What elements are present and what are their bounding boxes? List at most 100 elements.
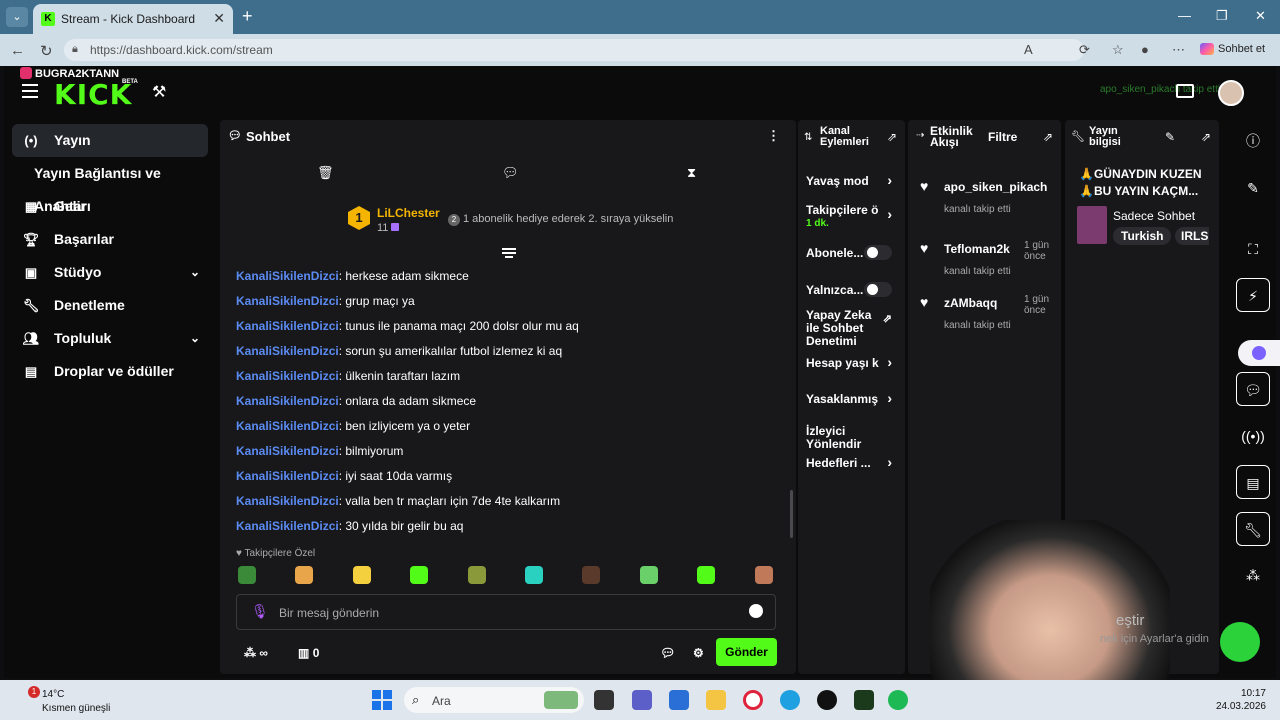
opera-icon[interactable] [743,690,763,710]
file-explorer-icon[interactable] [706,690,726,710]
microphone-icon[interactable]: 🎙︎ [251,603,269,620]
gear-icon[interactable]: ⚙ [693,646,704,660]
chat-options-icon[interactable]: ⋮ [767,128,780,144]
popout-icon[interactable]: ⇗ [1043,130,1053,144]
chat-username[interactable]: KanaliSikilenDizci [236,344,339,358]
channel-points[interactable]: ⁂ ∞ [244,646,268,660]
ai-moderation-action[interactable]: Yapay Zeka ile Sohbet Denetimi ⇗ [806,309,898,348]
subscribers-only-toggle[interactable] [864,245,892,260]
chat-username[interactable]: KanaliSikilenDizci [236,394,339,408]
chat-input[interactable]: 🎙︎ Bir mesaj gönderin [236,594,776,630]
obs-icon[interactable] [817,690,837,710]
pinned-username[interactable]: LiLChester [377,206,440,220]
layout-icon[interactable]: ▤ [1236,465,1270,499]
emote-icon[interactable] [352,566,371,584]
sidebar-item-topluluk[interactable]: 👥︎ Topluluk ⌄ [12,322,208,355]
read-aloud-icon[interactable]: A [1024,42,1033,57]
info-icon[interactable]: ⓘ [1236,124,1270,158]
hammer-icon[interactable]: ⚒ [152,82,166,102]
pencil-icon[interactable]: ✎ [1236,171,1270,205]
chat-username[interactable]: KanaliSikilenDizci [236,369,339,383]
emote-icon[interactable] [582,566,601,584]
assistant-fab[interactable] [1238,340,1280,366]
emote-icon[interactable] [467,566,486,584]
sidebar-item-stream-key[interactable]: Yayın Bağlantısı ve Anahtarı [12,157,208,214]
chat-icon[interactable]: 💬︎ [1236,372,1270,406]
popout-icon[interactable]: ⇗ [1201,130,1211,144]
clock[interactable]: 10:17 24.03.2026 [1214,687,1266,713]
menu-icon[interactable] [22,84,38,102]
emote-icon[interactable] [697,566,716,584]
account-age-action[interactable]: Hesap yaşı k › [806,355,898,370]
slow-mode-action[interactable]: Yavaş mod › [806,173,898,188]
chat-username[interactable]: KanaliSikilenDizci [236,494,339,508]
pencil-icon[interactable]: ✎ [1165,130,1175,144]
broadcast-icon[interactable]: ((•)) [1236,419,1270,453]
goals-action[interactable]: Hedefleri ... › [806,455,898,470]
tag-turkish[interactable]: Turkish [1113,227,1172,245]
emote-icon[interactable] [525,566,543,584]
hourglass-icon[interactable]: ⧗ [687,165,696,181]
chat-username[interactable]: KanaliSikilenDizci [236,319,339,333]
sidebar-item-basarilar[interactable]: 🏆︎ Başarılar [12,223,208,256]
teams-icon[interactable] [632,690,652,710]
sidebar-item-droplar[interactable]: ▤ Droplar ve ödüller [12,355,208,388]
task-view-icon[interactable] [594,690,614,710]
event-username[interactable]: zAMbaqq [944,296,997,310]
back-icon[interactable]: ← [10,42,25,59]
url-field[interactable]: 🔒︎ https://dashboard.kick.com/stream [64,39,1084,61]
chat-scrollbar[interactable] [790,490,793,538]
send-button[interactable]: Gönder [716,638,777,666]
category-name[interactable]: Sadece Sohbet [1113,209,1195,223]
close-tab-icon[interactable]: ✕ [213,10,225,27]
chat-username[interactable]: KanaliSikilenDizci [236,419,339,433]
chat-username[interactable]: KanaliSikilenDizci [236,444,339,458]
subscribers-only-action[interactable]: Abonele... [806,245,898,260]
camera-icon[interactable] [1176,84,1194,98]
emote-only-toggle[interactable] [864,282,892,297]
spotify-icon[interactable] [888,690,908,710]
browser-tab[interactable]: K Stream - Kick Dashboard ✕ [33,4,233,34]
restore-icon[interactable]: ❐ [1216,8,1228,24]
share-icon[interactable]: ⁂ [1236,558,1270,592]
chat-username[interactable]: KanaliSikilenDizci [236,269,339,283]
emoji-icon[interactable] [749,604,763,618]
edge-icon[interactable] [780,690,800,710]
sidebar-item-gelir[interactable]: ▦ Gelir [12,190,208,223]
chat-settings-bubble-icon[interactable]: 💬︎ [660,646,675,660]
event-username[interactable]: apo_siken_pikach [944,180,1047,194]
tool-icon[interactable]: 🔧︎ [1236,512,1270,546]
collapse-pinned-icon[interactable] [502,248,516,260]
store-app-icon[interactable] [669,690,689,710]
emote-icon[interactable] [754,566,773,584]
favorites-icon[interactable]: ☆ [1112,42,1124,58]
raid-action[interactable]: İzleyici Yönlendir [806,425,898,451]
more-icon[interactable]: ⋯ [1172,42,1185,58]
extension-icon[interactable]: ⟳ [1079,42,1090,58]
emote-icon[interactable] [295,566,314,584]
emote-icon[interactable] [410,566,429,584]
minimize-icon[interactable]: — [1178,8,1191,23]
profile-icon[interactable]: ● [1141,42,1149,57]
emote-icon[interactable] [238,566,256,584]
crop-icon[interactable]: ⛶ [1236,232,1270,266]
sidebar-item-denetleme[interactable]: 🔧︎ Denetleme [12,289,208,322]
followers-only-action[interactable]: Takipçilere ö1 dk. › [806,204,898,230]
kick-app-icon[interactable] [854,690,874,710]
avatar[interactable] [1218,80,1244,106]
new-tab-button[interactable]: + [242,6,253,27]
emote-icon[interactable] [639,566,658,584]
tag-irls[interactable]: IRLS [1175,227,1209,245]
sidebar-item-yayin[interactable]: (•) Yayın [12,124,208,157]
close-window-icon[interactable]: ✕ [1255,8,1266,24]
chat-mode-icon[interactable]: 💬︎ [502,165,519,181]
trash-icon[interactable]: 🗑︎ [317,165,334,181]
taskbar-search[interactable]: ⌕ Ara [404,687,584,713]
emote-only-action[interactable]: Yalnızca... [806,282,898,297]
filter-button[interactable]: Filtre [988,130,1017,144]
lightning-icon[interactable]: ⚡︎ [1236,278,1270,312]
kick-logo[interactable]: KICK [54,78,132,111]
chat-username[interactable]: KanaliSikilenDizci [236,519,339,533]
banned-words-action[interactable]: Yasaklanmış › [806,391,898,406]
sidebar-item-studyo[interactable]: ▣ Stüdyo ⌄ [12,256,208,289]
